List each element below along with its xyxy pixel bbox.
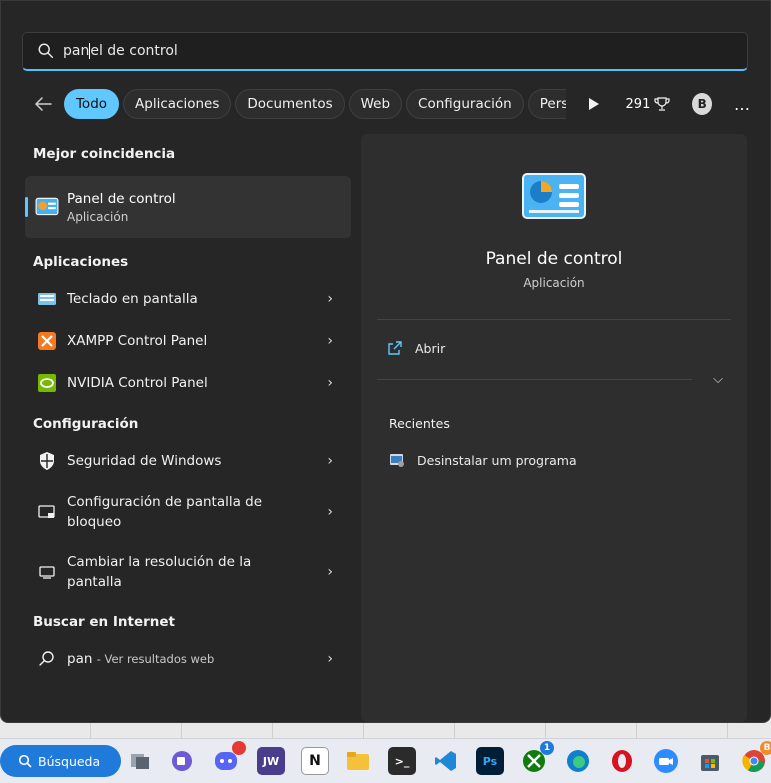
tab-web[interactable]: Web (348, 89, 403, 119)
chevron-down-icon[interactable]: ⌵ (713, 372, 723, 387)
nvidia-icon (38, 374, 56, 392)
app-label: NVIDIA Control Panel (67, 375, 208, 391)
web-hint: - Ver resultados web (96, 652, 215, 666)
jw-icon[interactable]: JW (257, 747, 285, 775)
tab-configuracion[interactable]: Configuración (406, 89, 524, 119)
recent-item[interactable]: Desinstalar um programa (389, 452, 577, 468)
play-icon[interactable] (584, 93, 604, 115)
section-web-search: Buscar en Internet (33, 614, 175, 630)
divider (377, 319, 731, 320)
chevron-right-icon[interactable]: › (327, 291, 333, 307)
search-input[interactable]: panel de control (22, 32, 748, 71)
profile-badge: B (760, 741, 771, 755)
zoom-icon[interactable] (652, 747, 680, 775)
uninstall-program-icon (390, 454, 404, 467)
xampp-icon (38, 332, 56, 350)
chevron-right-icon[interactable]: › (327, 504, 333, 520)
store-icon[interactable] (696, 747, 724, 775)
keyboard-icon (38, 293, 56, 305)
tab-documentos[interactable]: Documentos (235, 89, 345, 119)
taskbar-search-button[interactable]: Búsqueda (0, 745, 121, 777)
recent-title: Recientes (389, 416, 450, 431)
search-icon (39, 651, 54, 666)
chevron-right-icon[interactable]: › (327, 333, 333, 349)
chevron-right-icon[interactable]: › (327, 453, 333, 469)
app-label: XAMPP Control Panel (67, 333, 208, 349)
opera-icon[interactable] (608, 747, 636, 775)
search-query: panel de control (63, 43, 178, 59)
vscode-icon[interactable] (432, 747, 460, 775)
search-icon (38, 43, 54, 59)
file-explorer-icon[interactable] (344, 747, 372, 775)
edge-icon[interactable] (564, 747, 592, 775)
web-query: pan (67, 651, 93, 667)
divider (377, 379, 692, 380)
search-icon (18, 754, 32, 768)
search-typed: pan (63, 43, 90, 59)
setting-label: Seguridad de Windows (67, 453, 222, 469)
photoshop-icon[interactable]: Ps (476, 747, 504, 775)
xbox-icon[interactable]: 1 (520, 741, 554, 775)
detail-subtitle: Aplicación (523, 276, 585, 290)
monitor-icon (39, 566, 55, 579)
tab-todo[interactable]: Todo (63, 89, 120, 119)
trophy-icon (654, 97, 670, 111)
setting-label: Configuración de pantalla de bloqueo (67, 494, 263, 530)
chevron-right-icon[interactable]: › (327, 651, 333, 667)
setting-item-lock-screen[interactable]: Configuración de pantalla de bloqueo › (25, 482, 351, 542)
tab-personas[interactable]: Pers (527, 89, 566, 119)
control-panel-icon (35, 197, 59, 216)
best-match-name: Panel de control (67, 190, 176, 207)
search-panel: panel de control Todo Aplicaciones Docum… (0, 0, 771, 723)
meet-icon[interactable] (168, 747, 196, 775)
chrome-icon[interactable]: B (740, 741, 771, 775)
points-value: 291 (625, 96, 651, 112)
control-panel-icon (522, 173, 586, 219)
lock-screen-icon (38, 505, 55, 518)
terminal-icon[interactable]: >_ (388, 747, 416, 775)
shield-icon (40, 452, 54, 470)
notification-badge (232, 741, 246, 755)
chevron-right-icon[interactable]: › (327, 564, 333, 580)
best-match-type: Aplicación (67, 209, 129, 224)
notification-badge: 1 (540, 741, 554, 755)
app-item-keyboard[interactable]: Teclado en pantalla › (25, 278, 351, 320)
section-best-match: Mejor coincidencia (33, 146, 176, 162)
discord-icon[interactable] (212, 741, 246, 775)
rewards-points[interactable]: 291 (626, 97, 671, 112)
best-match-text: Panel de control Aplicación (67, 191, 176, 224)
web-search-item[interactable]: pan - Ver resultados web › (25, 638, 351, 680)
taskbar: Búsqueda JW N >_ Ps 1 B (0, 738, 771, 783)
filter-bar: Todo Aplicaciones Documentos Web Configu… (31, 87, 751, 121)
selection-indicator (25, 197, 28, 217)
open-external-icon (388, 341, 402, 355)
back-arrow-icon[interactable] (31, 90, 56, 118)
app-item-xampp[interactable]: XAMPP Control Panel › (25, 320, 351, 362)
setting-item-windows-security[interactable]: Seguridad de Windows › (25, 440, 351, 482)
setting-item-resolution[interactable]: Cambiar la resolución de la pantalla › (25, 542, 351, 602)
detail-pane: Panel de control Aplicación Abrir ⌵ Reci… (361, 134, 747, 722)
more-options-icon[interactable]: … (734, 95, 751, 114)
taskbar-search-label: Búsqueda (38, 753, 101, 769)
app-item-nvidia[interactable]: NVIDIA Control Panel › (25, 362, 351, 404)
setting-label: Cambiar la resolución de la pantalla (67, 554, 252, 590)
app-label: Teclado en pantalla (67, 291, 198, 307)
notion-icon[interactable]: N (301, 747, 329, 775)
web-search-text: pan - Ver resultados web (67, 649, 214, 669)
open-label: Abrir (415, 340, 446, 356)
open-action[interactable]: Abrir (387, 340, 445, 356)
section-apps: Aplicaciones (33, 254, 129, 270)
task-view-icon[interactable] (126, 747, 154, 775)
best-match-item[interactable]: Panel de control Aplicación (25, 176, 351, 238)
chevron-right-icon[interactable]: › (327, 375, 333, 391)
section-settings: Configuración (33, 416, 139, 432)
user-avatar[interactable]: B (692, 93, 712, 115)
results-list: Mejor coincidencia Panel de control Apli… (25, 134, 351, 680)
search-completion: el de control (90, 43, 178, 59)
tab-aplicaciones[interactable]: Aplicaciones (123, 89, 232, 119)
recent-item-label: Desinstalar um programa (417, 452, 577, 468)
detail-title: Panel de control (485, 249, 623, 269)
